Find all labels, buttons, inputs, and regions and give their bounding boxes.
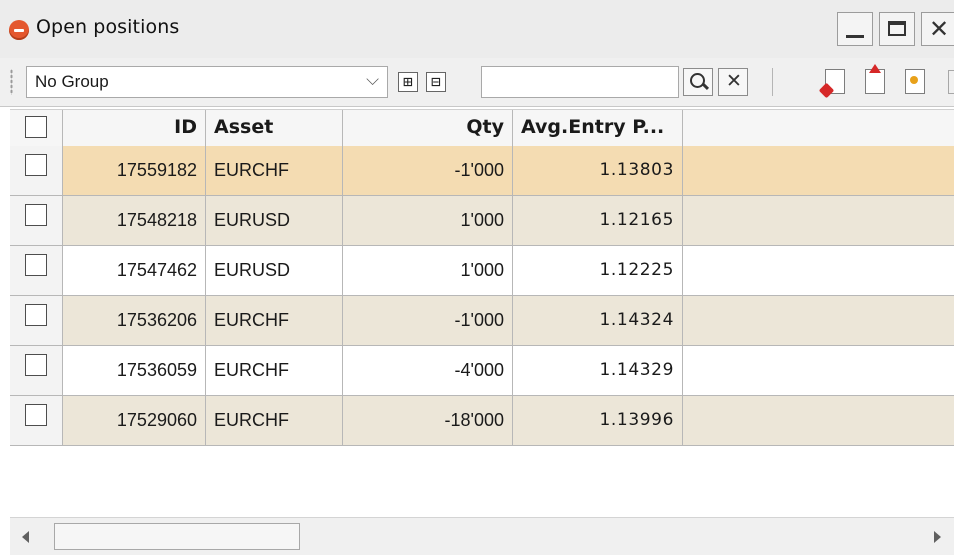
copy-document-icon xyxy=(910,76,918,84)
table-row[interactable]: 17559182 EURCHF -1'000 1.13803 xyxy=(10,146,954,196)
cell-qty: -1'000 xyxy=(343,146,513,195)
group-select-value: No Group xyxy=(35,72,109,91)
maximize-icon xyxy=(888,21,906,36)
table-row[interactable]: 17548218 EURUSD 1'000 1.12165 xyxy=(10,196,954,246)
export-document-icon xyxy=(869,64,881,73)
cell-avg-entry: 1.12165 xyxy=(513,196,683,245)
cell-id: 17536059 xyxy=(63,346,206,395)
table-row[interactable]: 17536059 EURCHF -4'000 1.14329 xyxy=(10,346,954,396)
app-icon xyxy=(9,20,29,40)
toolbar: No Group ⌵ ⊞ ⊟ ✕ xyxy=(0,58,954,107)
window-title: Open positions xyxy=(36,16,180,38)
cell-id: 17536206 xyxy=(63,296,206,345)
scroll-left-icon[interactable] xyxy=(22,531,29,543)
cell-asset: EURCHF xyxy=(206,296,343,345)
group-select[interactable]: No Group ⌵ xyxy=(26,66,388,98)
search-button[interactable] xyxy=(683,68,713,96)
chevron-down-icon: ⌵ xyxy=(366,70,379,90)
scrollbar-thumb[interactable] xyxy=(54,523,300,550)
row-checkbox[interactable] xyxy=(25,304,47,326)
minimize-button[interactable] xyxy=(837,12,873,46)
row-checkbox[interactable] xyxy=(25,354,47,376)
clear-search-button[interactable]: ✕ xyxy=(718,68,748,96)
close-position-button[interactable] xyxy=(818,69,845,99)
table-row[interactable]: 17536206 EURCHF -1'000 1.14324 xyxy=(10,296,954,346)
cell-avg-entry: 1.14329 xyxy=(513,346,683,395)
expand-all-button[interactable]: ⊞ xyxy=(398,72,418,92)
column-header-avg-entry[interactable]: Avg.Entry P... xyxy=(513,110,683,146)
export-button[interactable] xyxy=(865,64,885,94)
title-bar: Open positions ✕ xyxy=(0,0,954,59)
cell-avg-entry: 1.13996 xyxy=(513,396,683,445)
scroll-right-icon[interactable] xyxy=(934,531,941,543)
cell-id: 17548218 xyxy=(63,196,206,245)
column-header-filler xyxy=(683,110,954,146)
cell-asset: EURUSD xyxy=(206,196,343,245)
cell-id: 17547462 xyxy=(63,246,206,295)
cell-asset: EURUSD xyxy=(206,246,343,295)
delete-document-icon xyxy=(818,82,835,99)
cell-qty: 1'000 xyxy=(343,196,513,245)
toolbar-grip[interactable] xyxy=(10,69,13,95)
cell-qty: 1'000 xyxy=(343,246,513,295)
copy-button[interactable] xyxy=(900,66,925,94)
table-row[interactable]: 17529060 EURCHF -18'000 1.13996 xyxy=(10,396,954,446)
toolbar-separator xyxy=(772,68,773,96)
row-checkbox[interactable] xyxy=(25,404,47,426)
cell-qty: -1'000 xyxy=(343,296,513,345)
select-all-checkbox[interactable] xyxy=(25,116,47,138)
cell-asset: EURCHF xyxy=(206,146,343,195)
toolbar-overflow[interactable] xyxy=(948,70,954,94)
positions-grid: ID Asset Qty Avg.Entry P... 17559182 EUR… xyxy=(0,107,954,517)
column-header-qty[interactable]: Qty xyxy=(343,110,513,146)
cell-avg-entry: 1.14324 xyxy=(513,296,683,345)
close-icon: ✕ xyxy=(929,15,950,43)
column-header-row: ID Asset Qty Avg.Entry P... xyxy=(10,109,954,147)
table-row[interactable]: 17547462 EURUSD 1'000 1.12225 xyxy=(10,246,954,296)
row-checkbox[interactable] xyxy=(25,204,47,226)
cell-id: 17529060 xyxy=(63,396,206,445)
row-checkbox[interactable] xyxy=(25,154,47,176)
search-input[interactable] xyxy=(481,66,679,98)
cell-qty: -18'000 xyxy=(343,396,513,445)
minimize-icon xyxy=(846,35,864,38)
horizontal-scrollbar[interactable] xyxy=(10,517,954,555)
close-button[interactable]: ✕ xyxy=(921,12,954,46)
cell-qty: -4'000 xyxy=(343,346,513,395)
row-checkbox[interactable] xyxy=(25,254,47,276)
table-body: 17559182 EURCHF -1'000 1.13803 17548218 … xyxy=(10,146,954,446)
collapse-all-button[interactable]: ⊟ xyxy=(426,72,446,92)
close-icon: ✕ xyxy=(726,70,742,92)
column-header-id[interactable]: ID xyxy=(63,110,206,146)
cell-id: 17559182 xyxy=(63,146,206,195)
maximize-button[interactable] xyxy=(879,12,915,46)
cell-asset: EURCHF xyxy=(206,346,343,395)
cell-avg-entry: 1.13803 xyxy=(513,146,683,195)
cell-asset: EURCHF xyxy=(206,396,343,445)
cell-avg-entry: 1.12225 xyxy=(513,246,683,295)
header-select-all[interactable] xyxy=(10,110,63,146)
column-header-asset[interactable]: Asset xyxy=(206,110,343,146)
